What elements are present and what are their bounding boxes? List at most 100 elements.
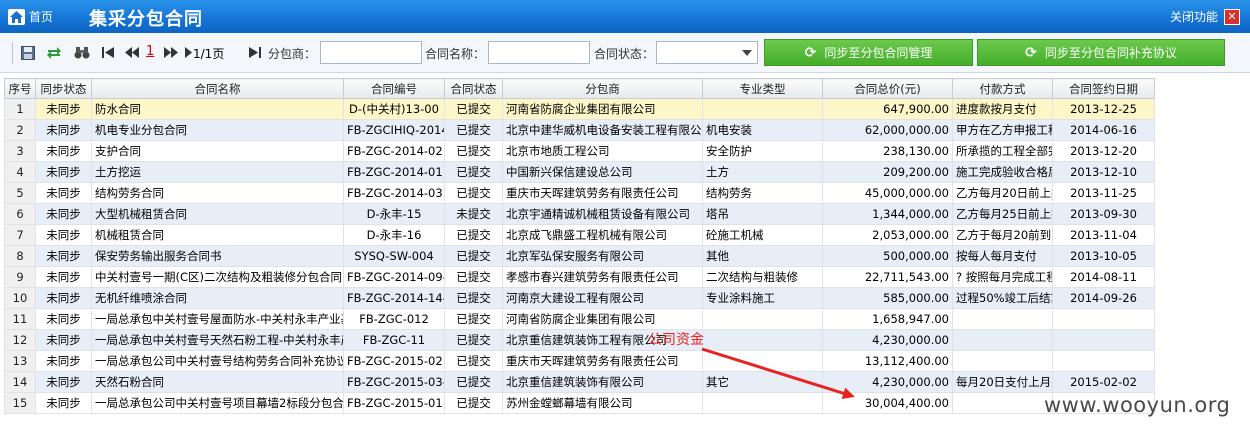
specialty-type-cell: 砼施工机械 (702, 224, 823, 246)
binoculars-icon[interactable] (73, 44, 90, 61)
sync-to-supplement-agreement-button[interactable]: ⟳ 同步至分包合同补充协议 (977, 39, 1225, 66)
table-row[interactable]: 13 未同步 一局总承包公司中关村壹号结构劳务合同补充协议 FB-ZGC-2015-0… (4, 350, 1250, 372)
close-icon[interactable]: ✕ (1224, 8, 1240, 25)
specialty-type-cell (702, 329, 823, 351)
filler-cell (1154, 287, 1250, 309)
contract-status-cell: 已提交 (444, 392, 503, 414)
specialty-type-cell (702, 308, 823, 330)
table-row[interactable]: 2未同步机电专业分包合同FB-ZGCIHIQ-2014-0已提交北京中建华威机电… (4, 119, 1250, 141)
sync-status-cell: 未同步 (35, 245, 92, 267)
contract-number-cell: FB-ZGC-2014-02 (343, 140, 445, 162)
row-index: 15 (4, 392, 36, 414)
table-row[interactable]: 5 未同步 结构劳务合同 FB-ZGC-2014-03 已提交 重庆市天晖建筑劳务有限责任… (4, 182, 1250, 204)
column-header-contract-name[interactable]: 合同名称 (91, 78, 344, 99)
sign-date-cell (1052, 329, 1155, 351)
total-price-cell: 500,000.00 (822, 245, 953, 267)
specialty-type-cell: 结构劳务 (702, 182, 823, 204)
contract-number-cell: FB-ZGCIHIQ-2014-0 (343, 119, 445, 141)
sign-date-cell: 2013-10-05 (1052, 245, 1155, 267)
filler-cell (1154, 224, 1250, 246)
table-row[interactable]: 8 未同步 保安劳务输出服务合同书 SYSQ-SW-004 已提交 北京军弘保安服务有限公… (4, 245, 1250, 267)
contract-status-cell: 未提交 (444, 203, 503, 225)
home-link[interactable]: 首页 (8, 8, 53, 25)
table-row[interactable]: 11 未同步 一局总承包中关村壹号屋面防水-中关村永丰产业基地 FB-ZGC-012 已… (4, 308, 1250, 330)
contract-status-select[interactable] (656, 41, 758, 64)
column-header-subcontractor[interactable]: 分包商 (502, 78, 703, 99)
watermark: www.wooyun.org (1044, 393, 1231, 417)
contract-name-input[interactable] (488, 41, 590, 64)
contract-number-cell: FB-ZGC-2014-14-0 (343, 287, 445, 309)
sync-icon[interactable] (45, 44, 62, 61)
contract-status-cell: 已提交 (444, 182, 503, 204)
specialty-type-cell: 塔吊 (702, 203, 823, 225)
column-header-total-price[interactable]: 合同总价(元) (822, 78, 953, 99)
last-page-icon[interactable] (246, 44, 263, 61)
table-row[interactable]: 3 未同步 支护合同 FB-ZGC-2014-02 已提交 北京市地质工程公司 安全防护 23… (4, 140, 1250, 162)
row-index: 13 (4, 350, 36, 372)
subcontractor-cell: 重庆市天晖建筑劳务有限责任公司 (502, 182, 703, 204)
column-header-sync-status[interactable]: 同步状态 (35, 78, 92, 99)
table-row[interactable]: 6 未同步 大型机械租赁合同 D-永丰-15 未提交 北京宇通精诚机械租赁设备有限公司 塔吊… (4, 203, 1250, 225)
table-row[interactable]: 12 未同步 一局总承包中关村壹号天然石粉工程-中关村永丰产业 FB-ZGC-11 已提… (4, 329, 1250, 351)
table-row[interactable]: 4 未同步 土方挖运 FB-ZGC-2014-01 已提交 中国新兴保信建设总公司 土方 20… (4, 161, 1250, 183)
contract-name-cell: 防水合同 (91, 98, 344, 120)
current-page-link[interactable]: 1 (146, 44, 154, 59)
contract-name-cell: 机电专业分包合同 (91, 119, 344, 141)
specialty-type-cell: 安全防护 (702, 140, 823, 162)
column-header-specialty-type[interactable]: 专业类型 (702, 78, 823, 99)
subcontractor-cell: 河南省防腐企业集团有限公司 (502, 98, 703, 120)
contract-number-cell: D-永丰-16 (343, 224, 445, 246)
payment-method-cell (952, 392, 1053, 414)
contract-name-cell: 一局总承包公司中关村壹号项目幕墙2标段分包合同 (91, 392, 344, 414)
subcontractor-cell: 河南京大建设工程有限公司 (502, 287, 703, 309)
payment-method-cell: 按每人每月支付 (952, 245, 1053, 267)
column-header-sign-date[interactable]: 合同签约日期 (1052, 78, 1155, 99)
subcontractor-cell: 北京中建华威机电设备安装工程有限公司 (502, 119, 703, 141)
column-header-index[interactable]: 序号 (4, 78, 36, 99)
sync-to-contract-management-button[interactable]: ⟳ 同步至分包合同管理 (764, 39, 973, 66)
close-function-label: 关闭功能 (1169, 10, 1218, 24)
prev-page-icon[interactable] (123, 44, 140, 61)
column-header-contract-number[interactable]: 合同编号 (343, 78, 445, 99)
column-header-payment-method[interactable]: 付款方式 (952, 78, 1053, 99)
contract-status-cell: 已提交 (444, 308, 503, 330)
specialty-type-cell: 其它 (702, 371, 823, 393)
next-page-icon[interactable] (162, 44, 179, 61)
filler-cell (1154, 266, 1250, 288)
sync-to-supplement-agreement-label: 同步至分包合同补充协议 (1044, 46, 1177, 60)
contract-name-filter-label: 合同名称： (425, 47, 486, 61)
contract-number-cell: FB-ZGC-2014-09- (343, 266, 445, 288)
sign-date-cell: 2013-12-10 (1052, 161, 1155, 183)
close-function-button[interactable]: 关闭功能 ✕ (1170, 8, 1240, 25)
contract-name-cell: 中关村壹号一期(C区)二次结构及粗装修分包合同 (91, 266, 344, 288)
table-header-row: 序号 同步状态 合同名称 合同编号 合同状态 分包商 专业类型 合同总价(元) … (4, 78, 1250, 99)
total-price-cell: 22,711,543.00 (822, 266, 953, 288)
payment-method-cell: 甲方在乙方申报工程 (952, 119, 1053, 141)
table-row[interactable]: 10 未同步 无机纤维喷涂合同 FB-ZGC-2014-14-0 已提交 河南京大建设工程… (4, 287, 1250, 309)
contract-name-cell: 土方挖运 (91, 161, 344, 183)
subcontractor-input[interactable] (320, 41, 422, 64)
column-header-contract-status[interactable]: 合同状态 (444, 78, 503, 99)
contract-number-cell: D-(中关村)13-00 (343, 98, 445, 120)
first-page-icon[interactable] (99, 44, 116, 61)
filler-cell (1154, 203, 1250, 225)
refresh-icon: ⟳ (1025, 44, 1037, 61)
table-row[interactable]: 14未同步天然石粉合同FB-ZGC-2015-03-03已提交北京重信建筑装饰有… (4, 371, 1250, 393)
sign-date-cell: 2013-12-20 (1052, 140, 1155, 162)
table-row[interactable]: 9 未同步 中关村壹号一期(C区)二次结构及粗装修分包合同 FB-ZGC-2014-0… (4, 266, 1250, 288)
contract-status-cell: 已提交 (444, 224, 503, 246)
contract-name-cell: 天然石粉合同 (91, 371, 344, 393)
save-icon[interactable] (19, 44, 36, 61)
sign-date-cell (1052, 308, 1155, 330)
sign-date-cell: 2015-02-02 (1052, 371, 1155, 393)
sign-date-cell: 2014-06-16 (1052, 119, 1155, 141)
total-price-cell: 1,658,947.00 (822, 308, 953, 330)
filler-cell (1154, 161, 1250, 183)
contract-status-cell: 已提交 (444, 119, 503, 141)
table-row[interactable]: 1 未同步 防水合同 D-(中关村)13-00 已提交 河南省防腐企业集团有限公司 647,… (4, 98, 1250, 120)
filler-cell (1154, 140, 1250, 162)
contract-number-cell: FB-ZGC-012 (343, 308, 445, 330)
total-price-cell: 238,130.00 (822, 140, 953, 162)
table-row[interactable]: 7 未同步 机械租赁合同 D-永丰-16 已提交 北京成飞鼎盛工程机械有限公司 砼施工机械 2… (4, 224, 1250, 246)
payment-method-cell: 进度款按月支付 (952, 98, 1053, 120)
